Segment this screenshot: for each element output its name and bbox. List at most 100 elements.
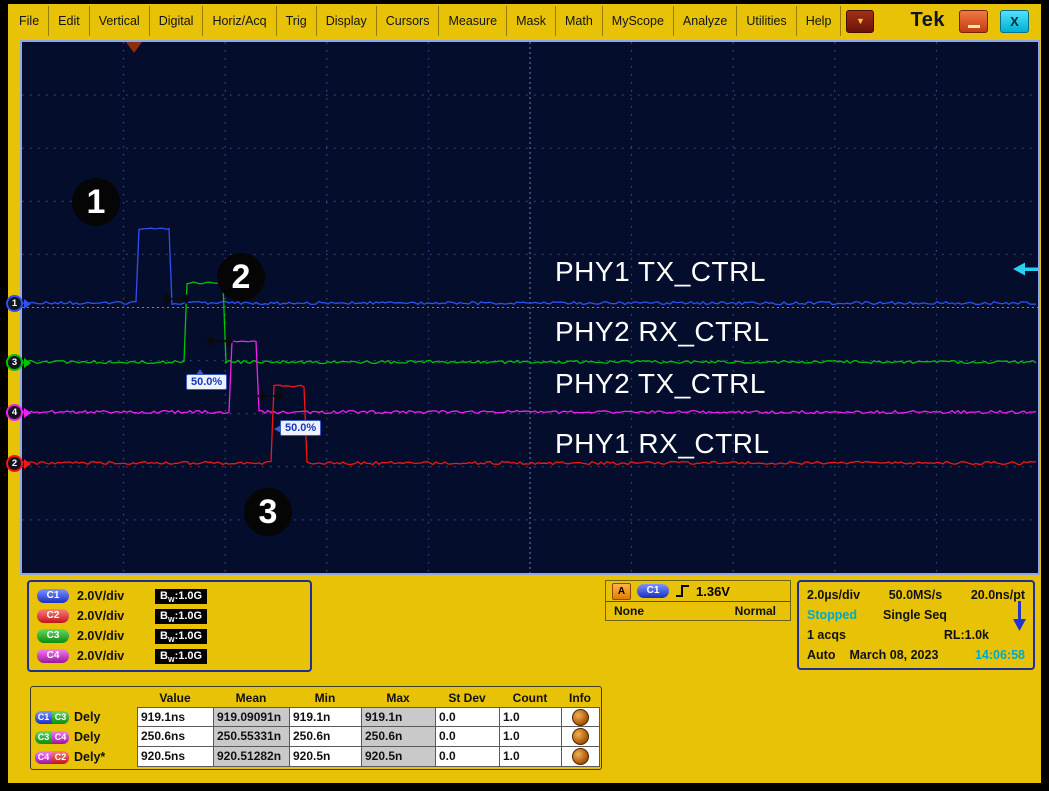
scope-application-window: File Edit Vertical Digital Horiz/Acq Tri… [0,0,1049,791]
meas-source-badge-c1[interactable]: C1 [35,711,52,724]
menu-item-analyze[interactable]: Analyze [674,6,737,36]
trigger-level-tail [1024,268,1038,272]
acq-status-row: Stopped Single Seq [807,605,1025,625]
channel-arrow-icon [24,299,31,309]
meas-max-cell: 250.6n [362,727,436,747]
meas-row-cells: 919.1ns 919.09091n 919.1n 919.1n 0.0 1.0 [137,707,600,727]
meas-source-badge-c3[interactable]: C3 [35,731,52,744]
meas-stdev-cell: 0.0 [436,707,500,727]
meas-value-cell: 920.5ns [138,747,214,767]
menu-overflow-button[interactable]: ▼ [846,10,874,33]
meas-min-cell: 250.6n [290,727,362,747]
channel-marker-ch2-number: 2 [6,455,23,472]
channel-row-c2[interactable]: C2 2.0V/div BW:1.0G [37,606,302,626]
close-button[interactable]: X [1000,10,1029,33]
menu-item-vertical[interactable]: Vertical [90,6,150,36]
trace-label-phy2-tx: PHY2 TX_CTRL [555,368,766,400]
menu-item-horiz-acq[interactable]: Horiz/Acq [203,6,276,36]
trigger-mode-label: Normal [735,604,776,618]
menu-item-utilities[interactable]: Utilities [737,6,796,36]
acquisition-panel[interactable]: 2.0µs/div 50.0MS/s 20.0ns/pt Stopped Sin… [797,580,1035,670]
sample-rate-label: 50.0MS/s [889,588,943,602]
menu-item-measure[interactable]: Measure [439,6,507,36]
trigger-level-icon[interactable] [1013,263,1025,276]
meas-info-cell [562,727,600,747]
meas-row-label: C3 C4 Dely [33,727,137,747]
cursor-callout-1-label: 50.0% [191,376,222,388]
channel-marker-ch1[interactable]: 1 [6,295,31,312]
bandwidth-badge-c3: BW:1.0G [155,629,207,644]
timebase-label: 2.0µs/div [807,588,860,602]
info-icon[interactable] [572,748,589,765]
meas-source-badge-c3[interactable]: C3 [52,711,69,724]
meas-header-value: Value [137,691,213,705]
meas-stdev-cell: 0.0 [436,727,500,747]
channel-marker-ch3[interactable]: 3 [6,354,31,371]
channel-badge-c1[interactable]: C1 [37,589,69,603]
graticule [22,42,1038,573]
trigger-position-icon[interactable] [126,42,142,53]
horizontal-readout-row: 2.0µs/div 50.0MS/s 20.0ns/pt [807,585,1025,605]
clock-label: 14:06:58 [975,648,1025,662]
meas-header-stdev: St Dev [435,691,499,705]
channel-arrow-icon [24,459,31,469]
callout-pointer-icon [274,425,281,433]
trigger-slope-icon [675,584,690,598]
trace-label-phy1-rx: PHY1 RX_CTRL [555,428,770,460]
meas-max-cell: 920.5n [362,747,436,767]
menu-item-cursors[interactable]: Cursors [377,6,440,36]
minimize-button[interactable] [959,10,988,33]
bandwidth-badge-c4: BW:1.0G [155,649,207,664]
channel-badge-c4[interactable]: C4 [37,649,69,663]
channel-marker-ch4[interactable]: 4 [6,404,31,421]
channel-badge-c2[interactable]: C2 [37,609,69,623]
meas-mean-cell: 920.51282n [214,747,290,767]
trace-label-phy1-tx: PHY1 TX_CTRL [555,256,766,288]
meas-source-badge-c2[interactable]: C2 [52,751,69,764]
meas-header-info: Info [561,691,599,705]
acq-count-row: 1 acqs RL:1.0k [807,625,1025,645]
meas-mean-cell: 919.09091n [214,707,290,727]
trigger-mode-row: None Normal [606,602,790,620]
trigger-a-badge: A [612,583,631,600]
meas-min-cell: 920.5n [290,747,362,767]
date-label: March 08, 2023 [849,648,938,662]
channel-row-c1[interactable]: C1 2.0V/div BW:1.0G [37,586,302,606]
waveform-display[interactable]: PHY1 TX_CTRL PHY2 RX_CTRL PHY2 TX_CTRL P… [20,40,1040,575]
meas-header-count: Count [499,691,561,705]
menu-item-trig[interactable]: Trig [277,6,317,36]
trigger-level-label: 1.36V [696,584,730,599]
measurement-table: Value Mean Min Max St Dev Count Info C1 … [30,686,602,770]
trigger-readout-panel[interactable]: A C1 1.36V None Normal [605,580,791,621]
trigger-source-badge[interactable]: C1 [637,584,669,598]
bandwidth-badge-c1: BW:1.0G [155,589,207,604]
menu-item-file[interactable]: File [10,6,49,36]
acq-count-label: 1 acqs [807,628,846,642]
acq-clock-row: Auto March 08, 2023 14:06:58 [807,645,1025,665]
menu-item-math[interactable]: Math [556,6,603,36]
menu-item-mask[interactable]: Mask [507,6,556,36]
step-marker-3: 3 [244,488,292,536]
vdiv-label-c4: 2.0V/div [77,649,139,663]
menu-item-display[interactable]: Display [317,6,377,36]
meas-source-badge-c4[interactable]: C4 [52,731,69,744]
trigger-summary-row: A C1 1.36V [606,581,790,602]
menu-item-help[interactable]: Help [797,6,842,36]
meas-source-badge-c4[interactable]: C4 [35,751,52,764]
meas-row-cells: 920.5ns 920.51282n 920.5n 920.5n 0.0 1.0 [137,747,600,767]
channel-row-c3[interactable]: C3 2.0V/div BW:1.0G [37,626,302,646]
channel-marker-ch2[interactable]: 2 [6,455,31,472]
menu-item-myscope[interactable]: MyScope [603,6,674,36]
info-icon[interactable] [572,728,589,745]
channel-badge-c3[interactable]: C3 [37,629,69,643]
meas-max-cell: 919.1n [362,707,436,727]
bandwidth-badge-c2: BW:1.0G [155,609,207,624]
channel-row-c4[interactable]: C4 2.0V/div BW:1.0G [37,646,302,666]
meas-count-cell: 1.0 [500,747,562,767]
channel-arrow-icon [24,358,31,368]
info-icon[interactable] [572,709,589,726]
trace-label-phy2-rx: PHY2 RX_CTRL [555,316,770,348]
menu-item-digital[interactable]: Digital [150,6,204,36]
menu-item-edit[interactable]: Edit [49,6,90,36]
minimize-icon [968,25,980,28]
